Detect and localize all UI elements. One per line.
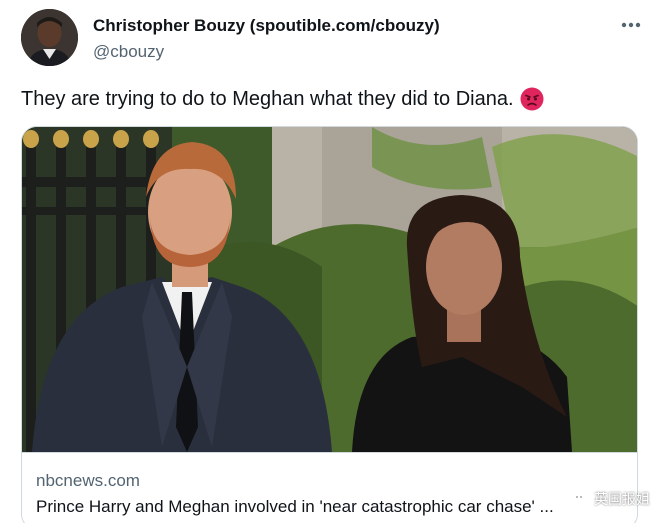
author-info: Christopher Bouzy (spoutible.com/cbouzy)… [93,16,440,62]
more-horizontal-icon [621,22,641,28]
card-title: Prince Harry and Meghan involved in 'nea… [36,497,554,516]
watermark: 英国报姐 [572,489,650,509]
photo-harry-and-meghan[interactable] [22,127,638,452]
pouting-face-emoji [520,87,544,111]
link-card[interactable]: nbcnews.com Prince Harry and Meghan invo… [21,126,638,523]
avatar-photo [21,9,78,66]
watermark-text: 英国报姐 [594,491,650,507]
card-meta[interactable]: nbcnews.com Prince Harry and Meghan invo… [22,452,637,523]
wechat-icon [572,492,590,506]
tweet-header: Christopher Bouzy (spoutible.com/cbouzy)… [21,9,644,69]
tweet-text: They are trying to do to Meghan what the… [21,87,544,111]
tweet-body: They are trying to do to Meghan what the… [21,87,514,110]
author-name[interactable]: Christopher Bouzy (spoutible.com/cbouzy) [93,16,440,36]
author-handle[interactable]: @cbouzy [93,42,440,62]
avatar[interactable] [21,9,78,66]
more-button[interactable] [618,15,644,35]
card-domain: nbcnews.com [36,471,140,490]
